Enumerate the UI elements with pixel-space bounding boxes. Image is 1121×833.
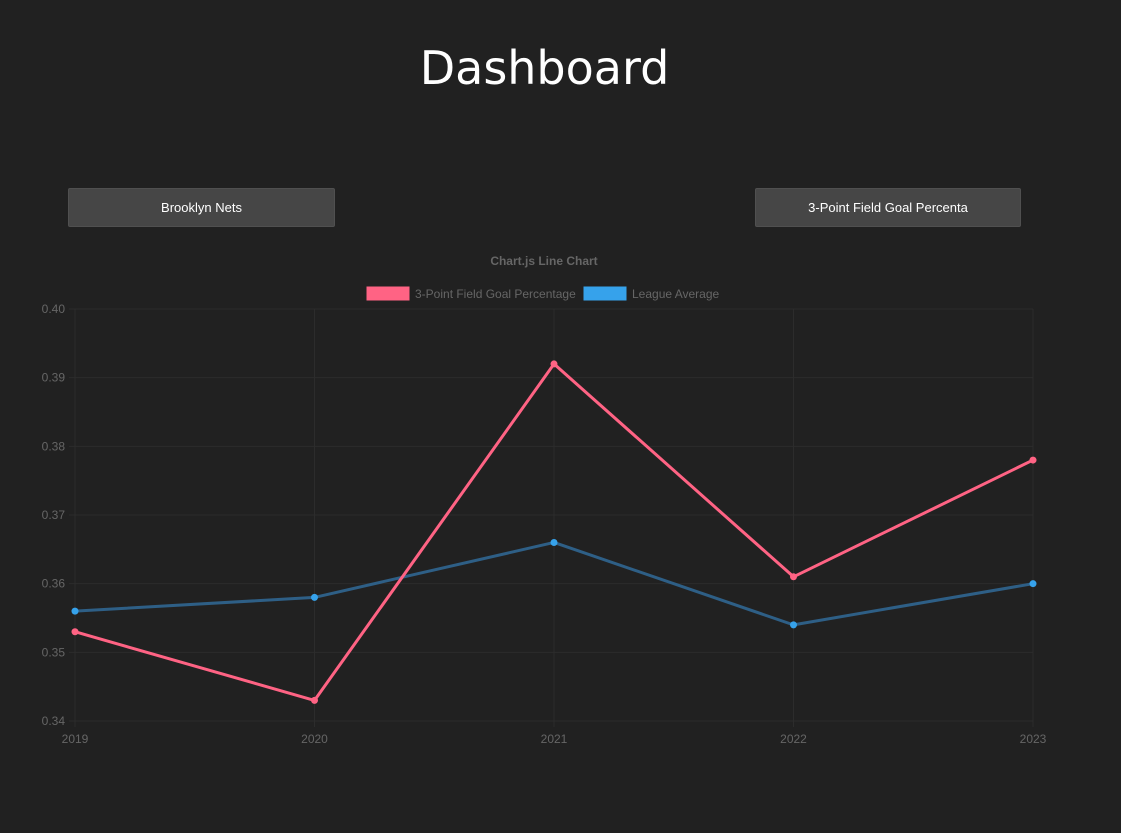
data-point-team [71,628,79,636]
x-tick-label: 2023 [1020,732,1047,746]
page-title: Dashboard [419,41,670,95]
x-tick-label: 2022 [780,732,807,746]
data-point-team [550,360,558,368]
y-tick-label: 0.34 [42,714,66,728]
chart-canvas: Chart.js Line Chart 3-Point Field Goal Pe… [42,254,1047,746]
data-point-team [1029,456,1037,464]
data-point-team [790,573,797,581]
data-point-team [311,696,318,704]
x-tick-label: 2020 [301,732,328,746]
y-tick-label: 0.40 [42,302,66,316]
legend-swatch [366,286,410,301]
x-tick-label: 2019 [62,732,89,746]
x-tick-label: 2021 [541,732,568,746]
y-tick-label: 0.37 [42,508,66,522]
y-tick-label: 0.36 [42,577,66,591]
y-tick-label: 0.35 [42,645,66,659]
data-point-league [71,607,79,615]
y-tick-label: 0.38 [42,439,66,453]
legend-label: League Average [632,287,720,301]
data-point-league [790,621,797,629]
line-chart: Chart.js Line Chart 3-Point Field Goal Pe… [0,240,1121,760]
y-tick-label: 0.39 [42,371,66,385]
legend-swatch [583,286,627,301]
dashboard-page: Dashboard Brooklyn Nets 3-Point Field Go… [0,0,1121,833]
team-select-label: Brooklyn Nets [161,200,242,215]
team-select[interactable]: Brooklyn Nets [68,188,335,227]
stat-select[interactable]: 3-Point Field Goal Percenta [755,188,1021,227]
stat-select-label: 3-Point Field Goal Percenta [808,200,968,215]
data-point-league [311,593,318,601]
legend-label: 3-Point Field Goal Percentage [415,287,576,301]
data-point-league [550,538,558,546]
chart-title: Chart.js Line Chart [490,254,597,268]
data-point-league [1029,580,1037,588]
